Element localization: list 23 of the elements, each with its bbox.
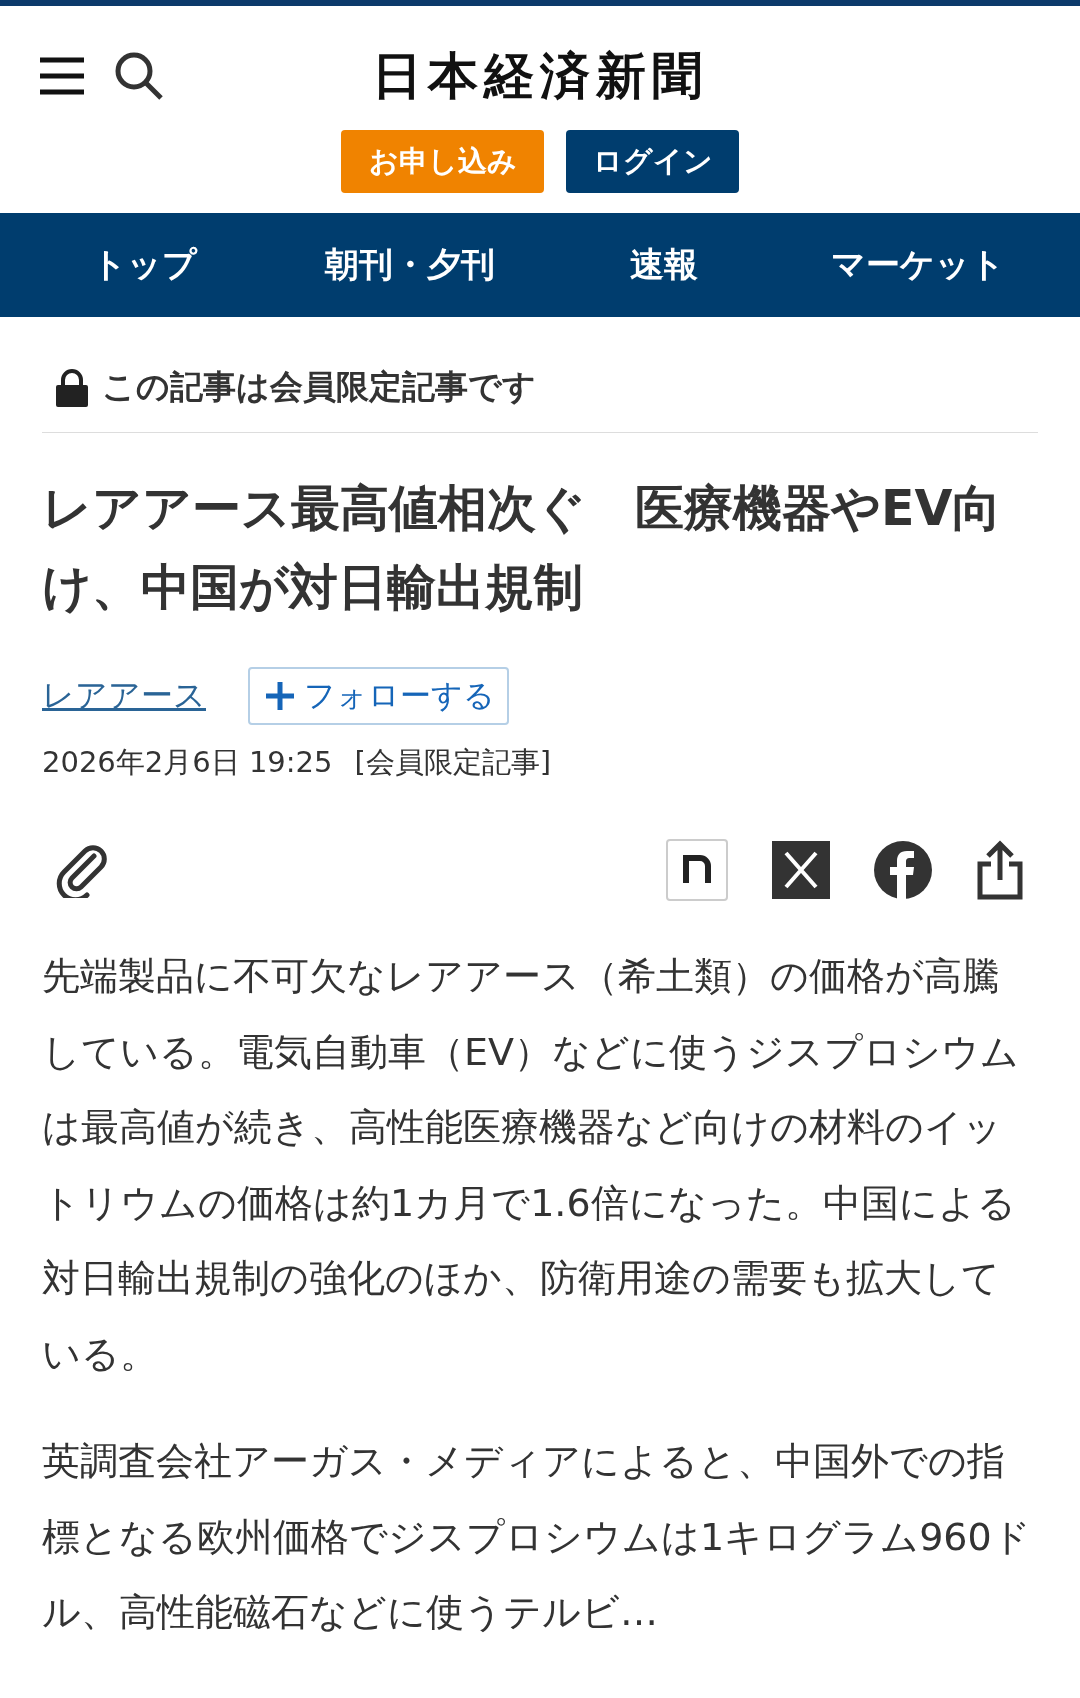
nav-tab[interactable]: 速報	[551, 242, 777, 288]
share-icon[interactable]	[976, 840, 1024, 900]
topic-link[interactable]: レアアース	[42, 674, 206, 718]
nav-tab[interactable]: トップ	[20, 242, 269, 288]
lock-icon	[56, 368, 88, 407]
article-headline: レアアース最高値相次ぐ 医療機器やEV向け、中国が対日輸出規制	[42, 479, 1003, 618]
plus-icon	[264, 680, 296, 712]
article-paragraph: 英調査会社アーガス・メディアによると、中国外での指標となる欧州価格でジスプロシウムは1キログラム960ドル、高性能磁石などに使うテルビ…	[42, 1438, 1032, 1636]
follow-button[interactable]: フォローする	[248, 667, 509, 725]
x-icon[interactable]	[772, 841, 830, 899]
site-logo[interactable]: 日本経済新聞	[240, 42, 840, 110]
menu-icon[interactable]	[40, 57, 84, 95]
nav-tab[interactable]: マーケット	[776, 242, 1060, 288]
login-button[interactable]: ログイン	[566, 130, 739, 193]
facebook-icon[interactable]	[874, 841, 932, 899]
publish-date: 2026年2月6日 19:25	[42, 744, 333, 781]
nav-tab[interactable]: 朝刊・夕刊	[268, 242, 552, 288]
members-label: [会員限定記事]	[354, 744, 552, 781]
article-paragraph: 先端製品に不可欠なレアアース（希土類）の価格が高騰している。電気自動車（EV）などに使うジスプロシウムは最高値が続き、高性能医療機器など向けの材料のイットリウムの価格は約1カ月で1.6倍になった。中国による対日輸出規制の強化のほか、防衛用途の需要も拡大している。	[42, 953, 1020, 1378]
search-icon[interactable]	[114, 51, 164, 101]
members-notice: この記事は会員限定記事です	[102, 366, 536, 408]
note-icon[interactable]	[666, 839, 728, 901]
paperclip-icon[interactable]	[56, 842, 108, 898]
